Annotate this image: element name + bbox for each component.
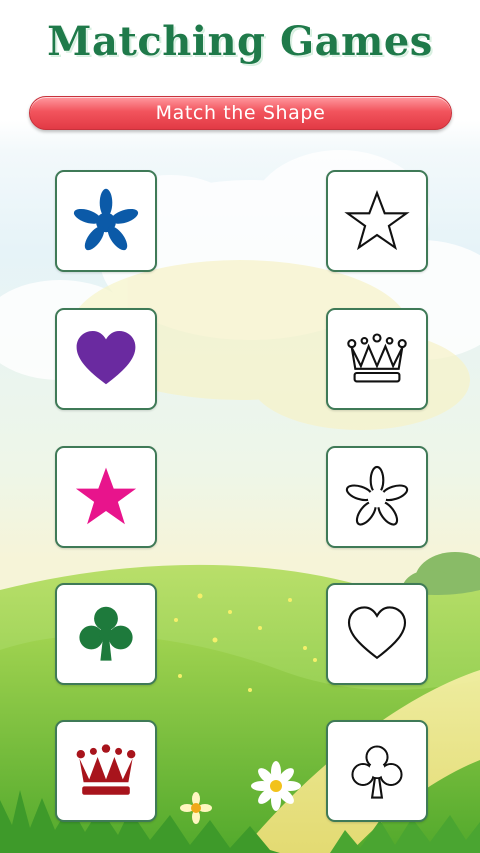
left-card-crown[interactable] <box>55 720 157 822</box>
star-icon <box>75 467 137 525</box>
instruction-text: Match the Shape <box>155 102 326 124</box>
star-outline-icon <box>344 190 410 251</box>
club-icon <box>79 606 133 661</box>
left-card-star[interactable] <box>55 446 157 548</box>
club-outline-icon <box>351 745 403 799</box>
right-card-flower[interactable] <box>326 446 428 548</box>
flower-outline-icon <box>345 465 409 526</box>
heart-outline-icon <box>347 606 407 660</box>
right-card-heart[interactable] <box>326 583 428 685</box>
left-card-heart[interactable] <box>55 308 157 410</box>
game-title: Matching Games <box>47 18 433 65</box>
right-card-crown[interactable] <box>326 308 428 410</box>
crown-outline-icon <box>347 333 407 383</box>
game-screen: Matching Games Match the Shape <box>0 0 480 853</box>
crown-icon <box>76 744 136 795</box>
instruction-banner: Match the Shape <box>29 96 452 130</box>
flower-icon <box>73 188 139 251</box>
right-card-star[interactable] <box>326 170 428 272</box>
right-card-club[interactable] <box>326 720 428 822</box>
left-card-club[interactable] <box>55 583 157 685</box>
heart-icon <box>76 331 136 385</box>
left-card-flower[interactable] <box>55 170 157 272</box>
